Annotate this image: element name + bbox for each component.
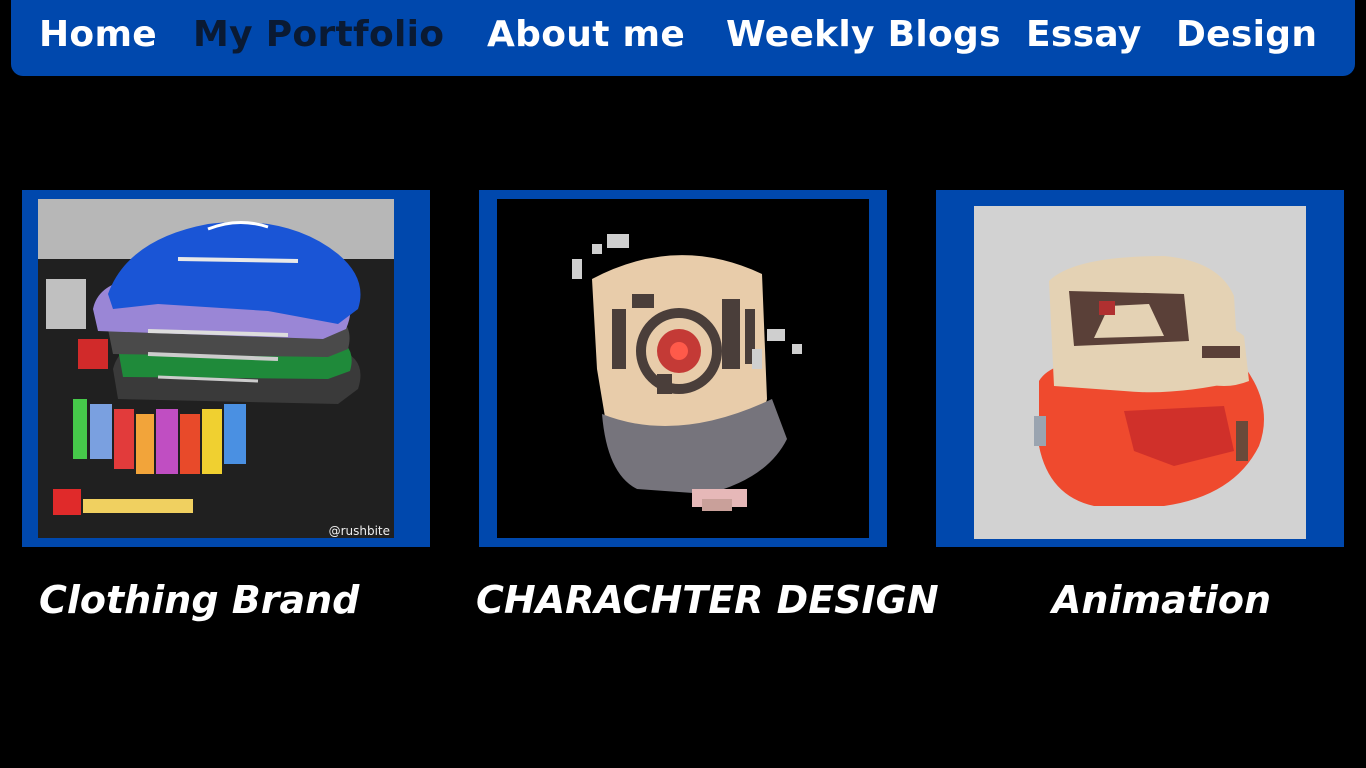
animation-card[interactable] [936, 190, 1344, 547]
animation-caption[interactable]: Animation [1052, 578, 1271, 622]
clothing-brand-image: @rushbite [38, 199, 394, 538]
hoodie-stack-photo [38, 199, 394, 538]
pixel-animation-art [974, 206, 1306, 539]
nav-essay[interactable]: Essay [1026, 14, 1142, 55]
clothing-brand-caption[interactable]: Clothing Brand [39, 578, 359, 622]
nav-my-portfolio[interactable]: My Portfolio [193, 14, 444, 55]
character-design-caption[interactable]: CHARACHTER DESIGN [476, 578, 939, 622]
character-design-image [497, 199, 869, 538]
pixel-character-art [497, 199, 869, 538]
nav-weekly-blogs[interactable]: Weekly Blogs [726, 14, 1001, 55]
clothing-brand-card[interactable]: @rushbite [22, 190, 430, 547]
animation-image [974, 206, 1306, 539]
character-design-card[interactable] [479, 190, 887, 547]
nav-about-me[interactable]: About me [487, 14, 685, 55]
top-navigation: Home My Portfolio About me Weekly Blogs … [11, 0, 1355, 76]
image-watermark: @rushbite [328, 524, 390, 538]
nav-design[interactable]: Design [1176, 14, 1317, 55]
nav-home[interactable]: Home [39, 14, 157, 55]
